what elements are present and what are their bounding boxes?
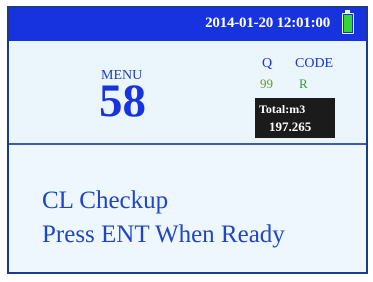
code-value: R: [299, 76, 308, 91]
info-panel: MENU 58 Q CODE 99 R Total:m3 197.265: [9, 41, 366, 145]
battery-level-fill: [344, 15, 352, 32]
menu-number: 58: [99, 75, 146, 127]
datetime-display: 2014-01-20 12:01:00: [205, 15, 330, 31]
message-panel: CL Checkup Press ENT When Ready: [9, 145, 366, 272]
prompt-message: Press ENT When Ready: [42, 221, 285, 248]
device-screen: 2014-01-20 12:01:00 MENU 58 Q CODE 99 R …: [7, 6, 368, 274]
checkup-message: CL Checkup: [42, 187, 169, 214]
q-label: Q: [262, 56, 273, 71]
total-value: 197.265: [269, 119, 312, 134]
total-label: Total:m3: [259, 102, 306, 116]
battery-full-icon: [342, 10, 354, 34]
total-volume-box: Total:m3 197.265: [255, 98, 335, 138]
code-label: CODE: [295, 56, 334, 71]
status-bar: 2014-01-20 12:01:00: [9, 8, 366, 41]
q-value: 99: [260, 76, 273, 91]
